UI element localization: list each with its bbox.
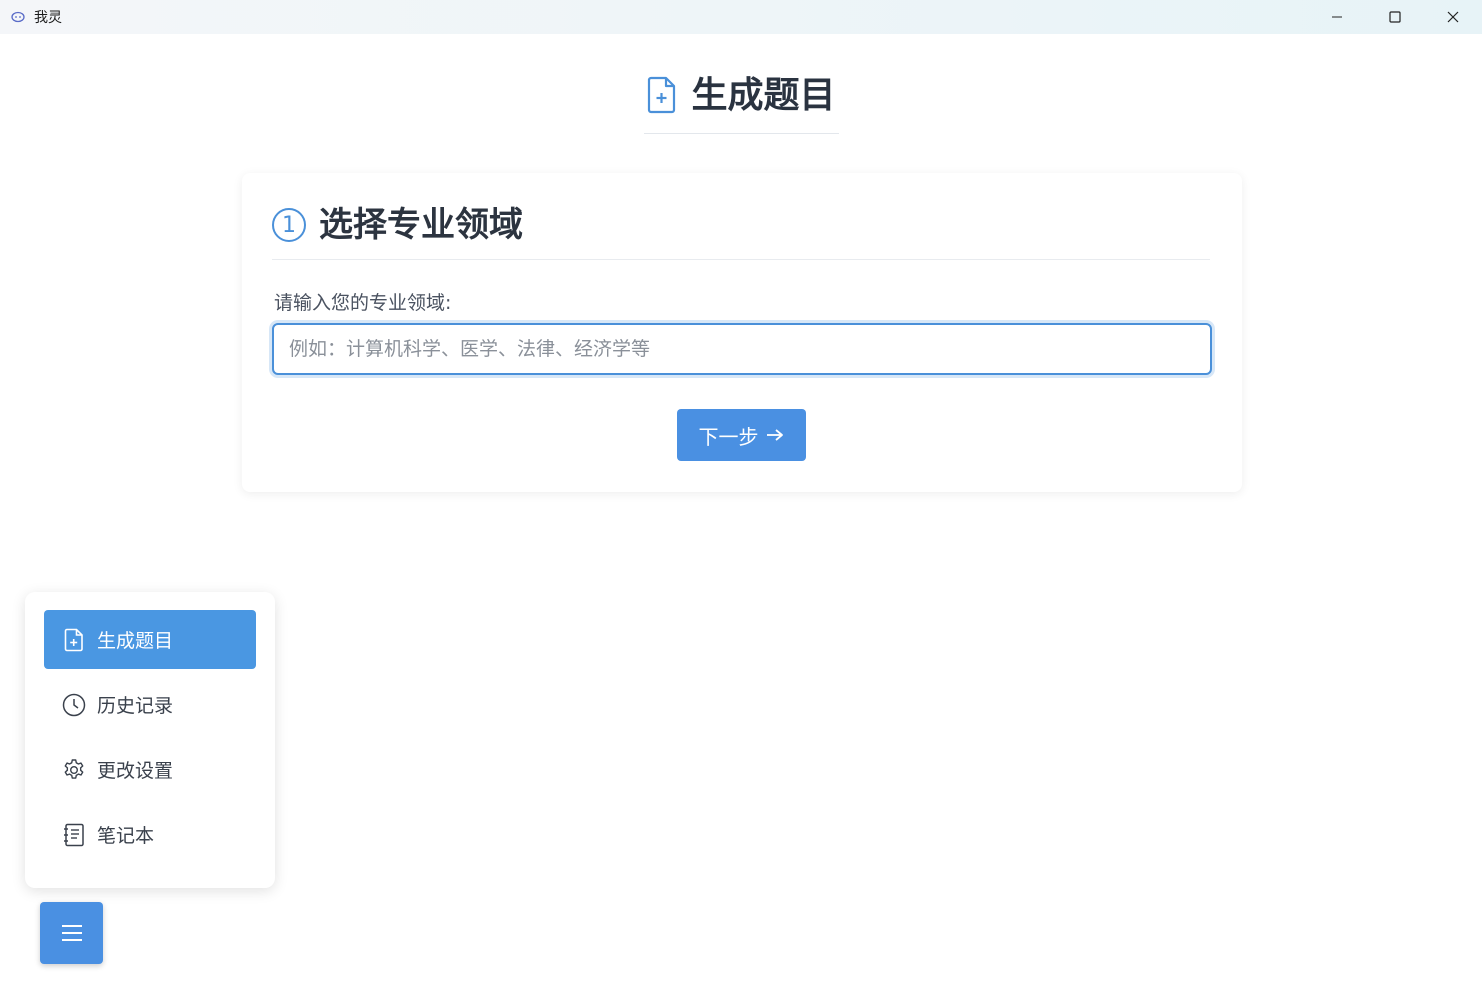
file-plus-icon xyxy=(647,76,677,118)
next-step-button[interactable]: 下一步 xyxy=(677,409,806,461)
menu-item-label: 更改设置 xyxy=(97,760,174,782)
menu-item-notebook[interactable]: 笔记本 xyxy=(44,805,256,864)
step-number-badge: 1 xyxy=(272,208,306,242)
page-header: 生成题目 xyxy=(644,70,839,134)
hamburger-icon xyxy=(61,925,82,941)
window-titlebar: 我灵 xyxy=(0,0,1482,34)
menu-item-generate[interactable]: 生成题目 xyxy=(44,610,256,669)
step-header: 1 选择专业领域 xyxy=(272,203,1210,260)
arrow-right-icon xyxy=(766,429,783,441)
minimize-button[interactable] xyxy=(1308,0,1366,34)
minimize-icon xyxy=(1332,16,1342,18)
step-card: 1 选择专业领域 请输入您的专业领域: 下一步 xyxy=(242,173,1242,492)
gear-icon xyxy=(62,758,86,782)
menu-item-label: 笔记本 xyxy=(97,825,155,847)
next-step-label: 下一步 xyxy=(698,424,759,449)
domain-input[interactable] xyxy=(274,325,1210,373)
close-button[interactable] xyxy=(1424,0,1482,34)
menu-item-label: 历史记录 xyxy=(97,695,174,717)
domain-input-wrapper xyxy=(272,323,1212,375)
window-controls xyxy=(1308,0,1482,34)
menu-toggle-button[interactable] xyxy=(40,902,103,964)
app-logo-icon xyxy=(10,9,26,25)
clock-icon xyxy=(62,693,86,717)
close-icon xyxy=(1447,11,1459,23)
step-title: 选择专业领域 xyxy=(319,205,523,245)
side-menu: 生成题目 历史记录 更改设置 笔记本 xyxy=(25,592,275,888)
menu-item-settings[interactable]: 更改设置 xyxy=(44,740,256,799)
maximize-icon xyxy=(1389,11,1401,23)
notebook-icon xyxy=(62,823,86,847)
menu-item-label: 生成题目 xyxy=(97,630,174,652)
page-title: 生成题目 xyxy=(691,75,836,116)
field-label: 请输入您的专业领域: xyxy=(274,292,452,314)
menu-item-history[interactable]: 历史记录 xyxy=(44,675,256,734)
maximize-button[interactable] xyxy=(1366,0,1424,34)
file-plus-icon xyxy=(62,628,86,652)
window-title: 我灵 xyxy=(34,10,62,26)
